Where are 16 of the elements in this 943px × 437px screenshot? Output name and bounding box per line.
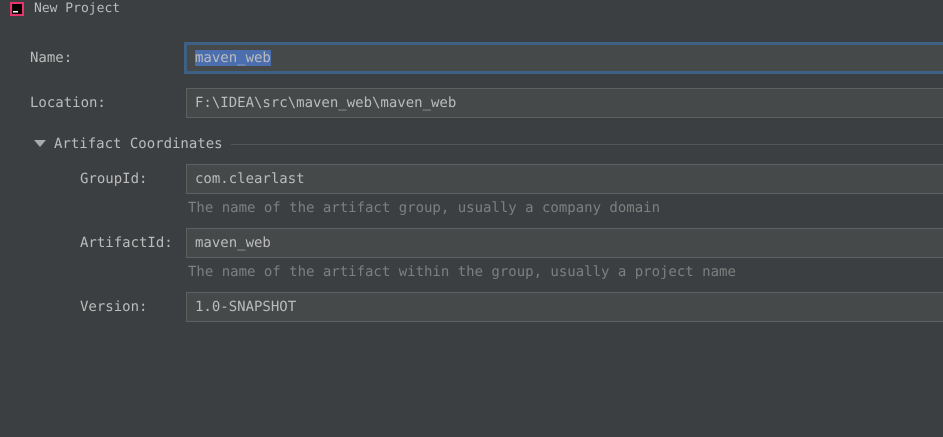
field-label: ArtifactId: — [80, 235, 174, 251]
field-hint: The name of the artifact group, usually a company domain — [188, 200, 662, 216]
text-field[interactable]: F:\IDEA\src\maven_web\maven_web — [186, 88, 943, 118]
field-label: Name: — [30, 50, 74, 66]
text-field[interactable]: com.clearlast — [186, 164, 943, 194]
text-field[interactable]: 1.0-SNAPSHOT — [186, 292, 943, 322]
field-hint: The name of the artifact within the group, usually a project name — [188, 264, 737, 280]
app-logo-icon — [10, 2, 24, 16]
field-label: Location: — [30, 95, 107, 111]
text-field[interactable]: maven_web — [184, 42, 943, 74]
field-label: GroupId: — [80, 171, 148, 187]
collapse-triangle-icon[interactable] — [34, 140, 46, 148]
field-label: Version: — [80, 299, 148, 315]
window-title: New Project — [34, 1, 120, 17]
text-field[interactable]: maven_web — [186, 228, 943, 258]
section-title: Artifact Coordinates — [54, 136, 223, 152]
